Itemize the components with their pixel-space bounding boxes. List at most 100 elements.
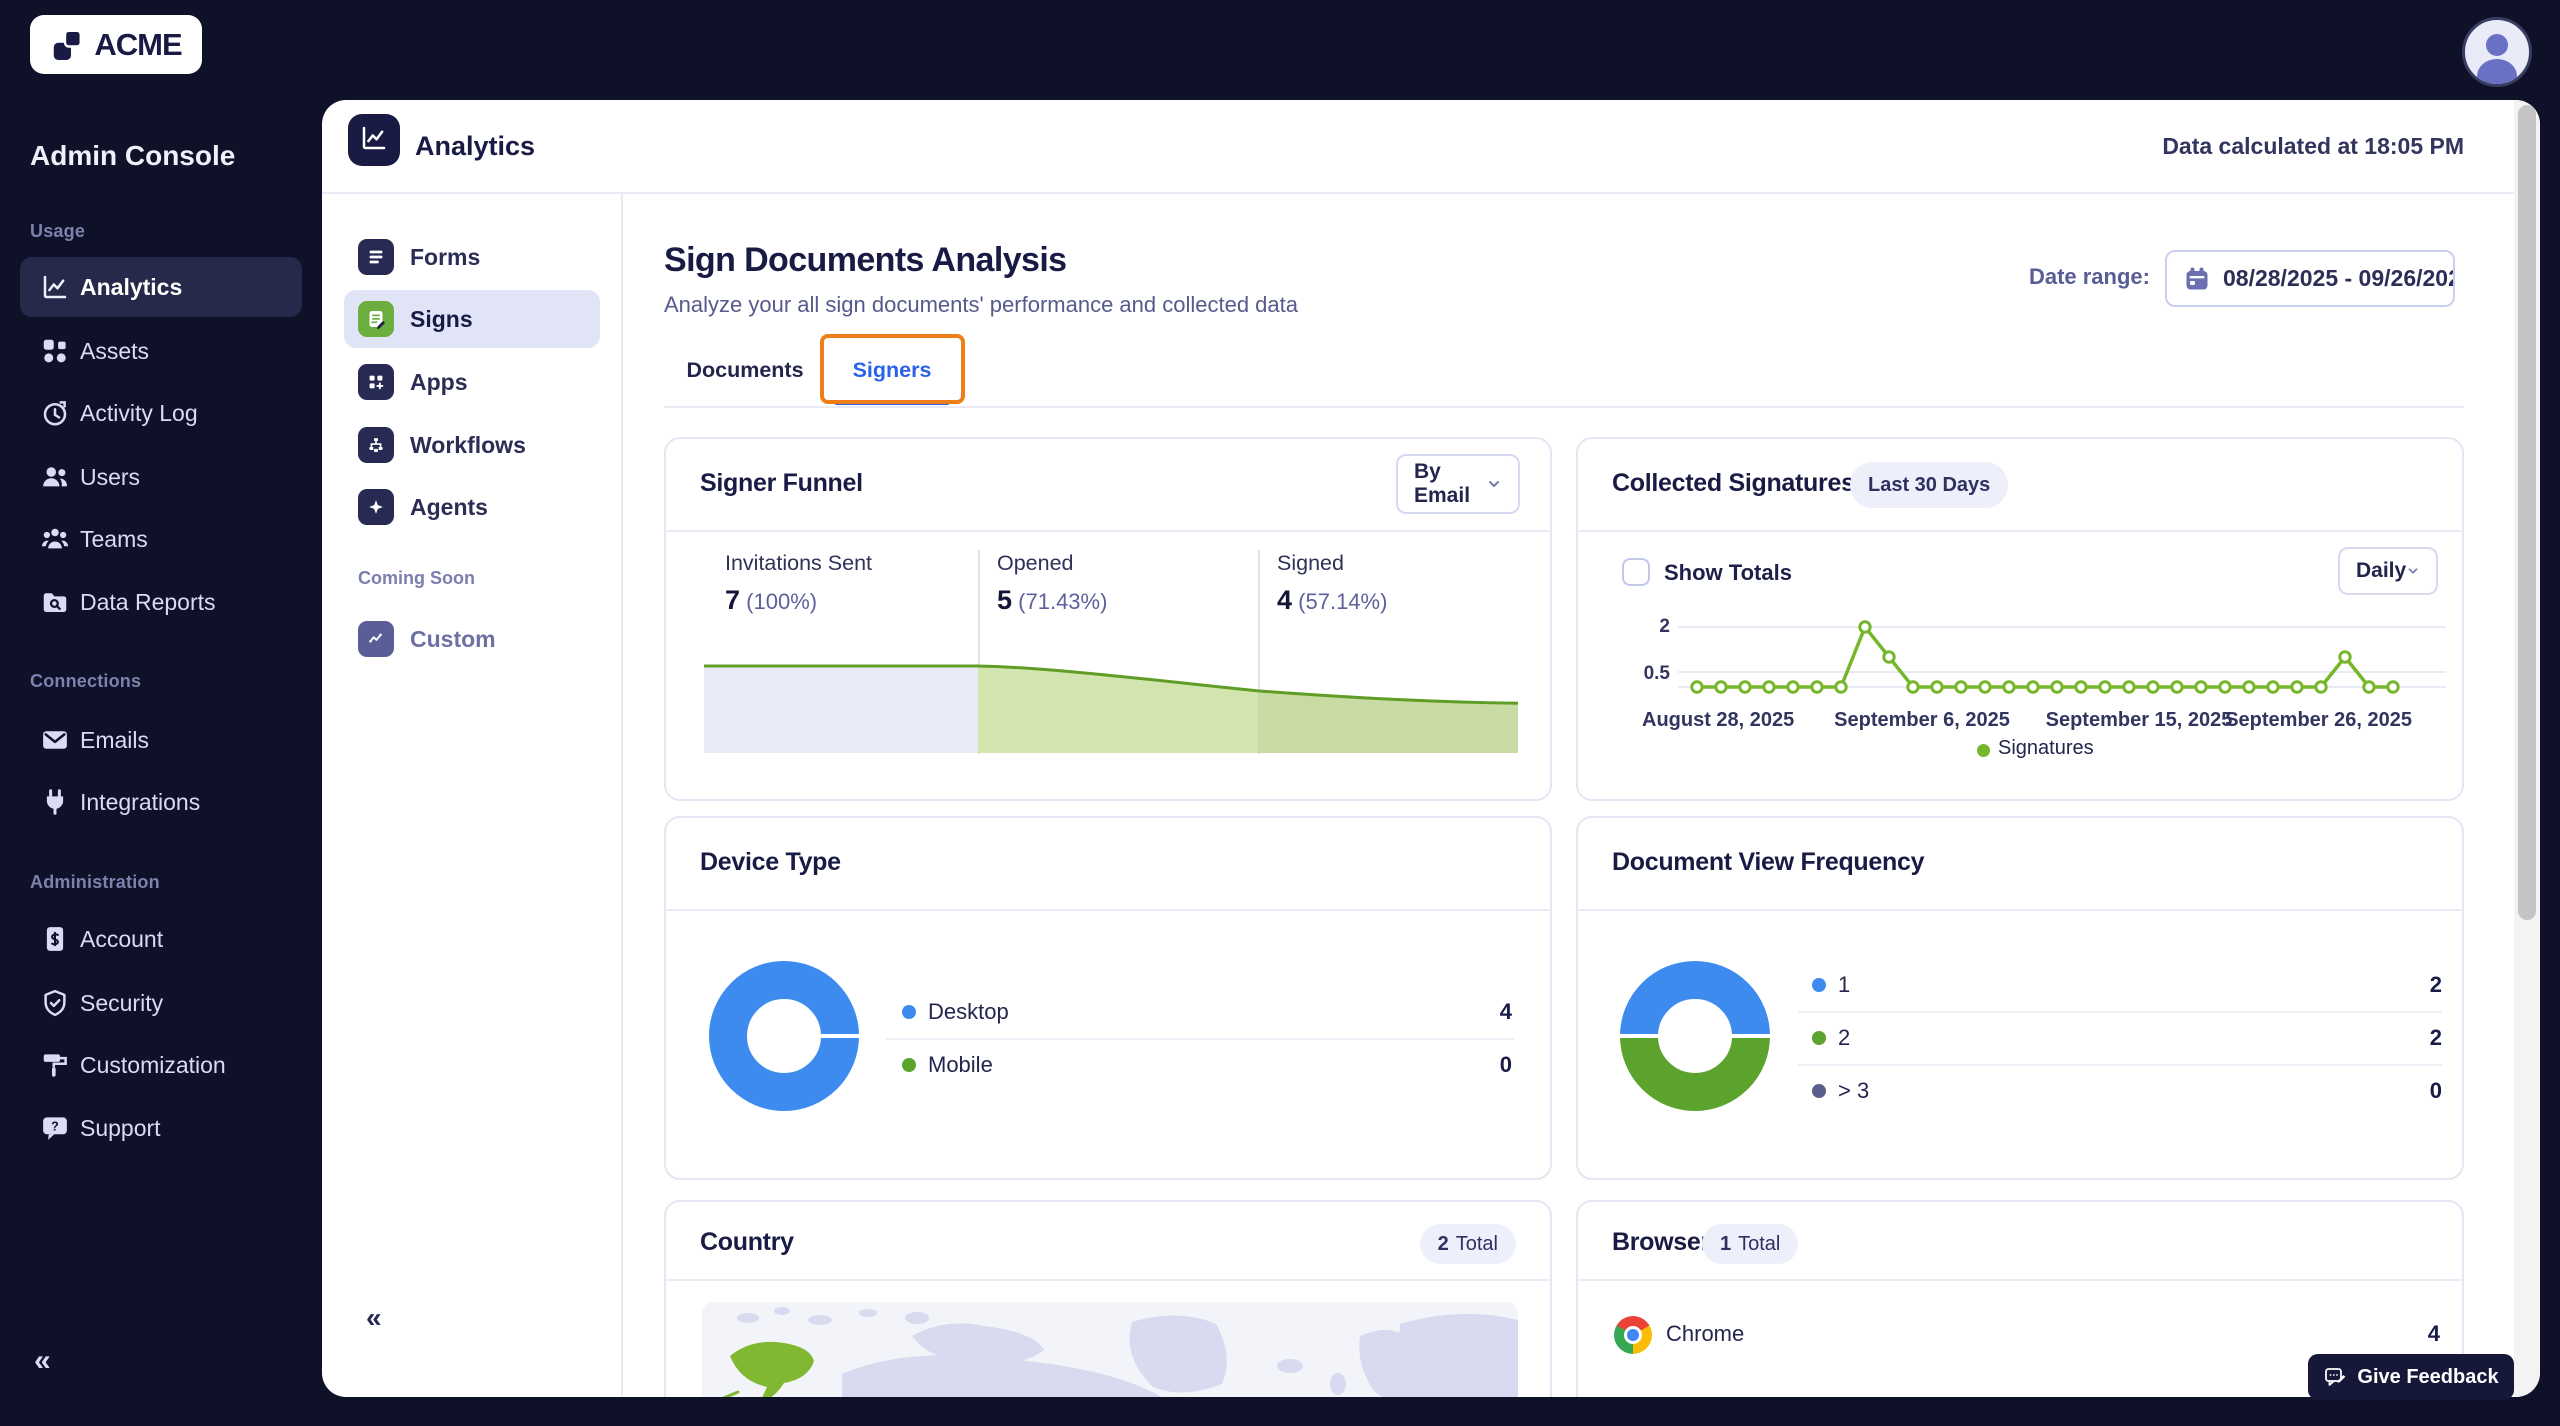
interval-dropdown[interactable]: Daily xyxy=(2338,547,2438,595)
avatar[interactable] xyxy=(2462,17,2532,87)
user-icon xyxy=(2465,71,2529,87)
tabs-divider xyxy=(664,406,2464,408)
sidebar-item-analytics[interactable]: Analytics xyxy=(0,257,322,317)
invoice-icon xyxy=(40,924,70,954)
legend-label: > 3 xyxy=(1838,1078,1869,1104)
device-type-card: Device Type Desktop 4 Mobile 0 xyxy=(664,816,1552,1180)
legend-label: Mobile xyxy=(928,1052,993,1078)
scrollbar-thumb[interactable] xyxy=(2518,105,2536,920)
sidebar-section-administration: Administration xyxy=(30,872,160,893)
workflows-icon xyxy=(358,427,394,463)
subnav-coming-soon-label: Coming Soon xyxy=(358,568,475,589)
country-card: Country 2Total xyxy=(664,1200,1552,1397)
legend-label: Desktop xyxy=(928,999,1009,1025)
feedback-icon xyxy=(2323,1365,2347,1389)
card-header-divider xyxy=(666,1279,1550,1281)
legend-label: Signatures xyxy=(1998,737,2094,760)
browser-row-value: 4 xyxy=(2340,1321,2440,1347)
sidebar-item-activity-log[interactable]: Activity Log xyxy=(0,383,322,443)
last-30-days-badge: Last 30 Days xyxy=(1850,462,2008,508)
subnav-item-workflows[interactable]: Workflows xyxy=(344,416,600,474)
sidebar-item-security[interactable]: Security xyxy=(0,973,322,1033)
legend-row-divider xyxy=(1798,1011,2442,1013)
subnav-item-forms[interactable]: Forms xyxy=(344,228,600,286)
funnel-stage-value: 4 (57.14%) xyxy=(1277,585,1387,616)
subnav-item-agents[interactable]: Agents xyxy=(344,478,600,536)
app-header-chip xyxy=(348,114,400,166)
date-range-label: Date range: xyxy=(1950,264,2150,290)
subnav-item-custom: Custom xyxy=(344,610,600,668)
browser-total-badge: 1Total xyxy=(1702,1224,1798,1264)
view-frequency-donut-chart xyxy=(1605,946,1785,1126)
sidebar-collapse-button[interactable]: « xyxy=(34,1344,51,1378)
app-header-title: Analytics xyxy=(415,131,535,162)
legend-dot xyxy=(902,1058,916,1072)
card-header-divider xyxy=(1578,530,2462,532)
show-totals-label[interactable]: Show Totals xyxy=(1664,560,1792,586)
funnel-stage-label: Signed xyxy=(1277,551,1344,576)
funnel-stage-label: Opened xyxy=(997,551,1074,576)
funnel-stage-value: 7 (100%) xyxy=(725,585,817,616)
data-calculated-status: Data calculated at 18:05 PM xyxy=(2162,133,2464,160)
map-country-highlight xyxy=(730,1342,814,1397)
sidebar-item-integrations[interactable]: Integrations xyxy=(0,772,322,832)
apps-icon xyxy=(358,364,394,400)
sidebar-section-connections: Connections xyxy=(30,671,141,692)
shield-check-icon xyxy=(40,988,70,1018)
country-title: Country xyxy=(700,1228,794,1257)
give-feedback-button[interactable]: Give Feedback xyxy=(2308,1354,2514,1400)
legend-row-divider xyxy=(886,1038,1514,1040)
sidebar-item-support[interactable]: ? Support xyxy=(0,1098,322,1158)
world-map-graphic xyxy=(702,1302,1518,1397)
view-frequency-card: Document View Frequency 1 2 2 2 > 3 0 xyxy=(1576,816,2464,1180)
sidebar-item-users[interactable]: Users xyxy=(0,447,322,507)
page-subtitle: Analyze your all sign documents' perform… xyxy=(664,292,1298,318)
x-axis-tick: September 6, 2025 xyxy=(1802,707,2042,733)
header-divider xyxy=(322,192,2540,194)
paint-roller-icon xyxy=(40,1050,70,1080)
subnav-item-signs[interactable]: Signs xyxy=(344,290,600,348)
collected-signatures-card: Collected Signatures Last 30 Days Show T… xyxy=(1576,437,2464,801)
collected-signatures-title: Collected Signatures xyxy=(1612,469,1855,498)
sidebar-section-usage: Usage xyxy=(30,221,85,242)
sidebar-item-emails[interactable]: Emails xyxy=(0,710,322,770)
subnav-collapse-button[interactable]: « xyxy=(366,1302,382,1334)
signer-funnel-title: Signer Funnel xyxy=(700,469,863,498)
legend-dot xyxy=(1812,1084,1826,1098)
legend-value: 0 xyxy=(2342,1078,2442,1104)
browser-title: Browser xyxy=(1612,1228,1710,1257)
subnav-item-apps[interactable]: Apps xyxy=(344,353,600,411)
funnel-filter-dropdown[interactable]: By Email xyxy=(1396,454,1520,514)
custom-icon xyxy=(358,621,394,657)
legend-value: 0 xyxy=(1412,1052,1512,1078)
chart-line-icon xyxy=(40,272,70,302)
clock-history-icon xyxy=(40,398,70,428)
date-range-value: 08/28/2025 - 09/26/2025 xyxy=(2223,265,2455,292)
sidebar-item-account[interactable]: Account xyxy=(0,909,322,969)
sidebar-item-data-reports[interactable]: Data Reports xyxy=(0,572,322,632)
main-panel: Analytics Data calculated at 18:05 PM Fo… xyxy=(322,100,2540,1397)
card-header-divider xyxy=(666,909,1550,911)
legend-value: 4 xyxy=(1412,999,1512,1025)
agents-icon xyxy=(358,489,394,525)
chrome-icon xyxy=(1614,1316,1652,1354)
folder-search-icon xyxy=(40,587,70,617)
users-icon xyxy=(40,462,70,492)
sidebar-item-assets[interactable]: Assets xyxy=(0,321,322,381)
signer-funnel-card: Signer Funnel By Email Invitations Sent … xyxy=(664,437,1552,801)
sidebar-item-teams[interactable]: Teams xyxy=(0,509,322,569)
forms-icon xyxy=(358,239,394,275)
show-totals-checkbox[interactable] xyxy=(1622,558,1650,586)
tab-documents[interactable]: Documents xyxy=(665,358,825,383)
page-title: Sign Documents Analysis xyxy=(664,241,1066,280)
legend-dot xyxy=(1977,744,1990,757)
annotation-highlight-box xyxy=(820,334,965,404)
svg-text:?: ? xyxy=(51,1120,59,1134)
device-type-title: Device Type xyxy=(700,848,841,877)
chevron-down-icon xyxy=(2406,564,2420,578)
signs-icon xyxy=(358,301,394,337)
device-type-donut-chart xyxy=(694,946,874,1126)
sidebar-item-customization[interactable]: Customization xyxy=(0,1035,322,1095)
date-range-button[interactable]: 08/28/2025 - 09/26/2025 xyxy=(2165,250,2455,307)
calendar-icon xyxy=(2183,265,2211,293)
